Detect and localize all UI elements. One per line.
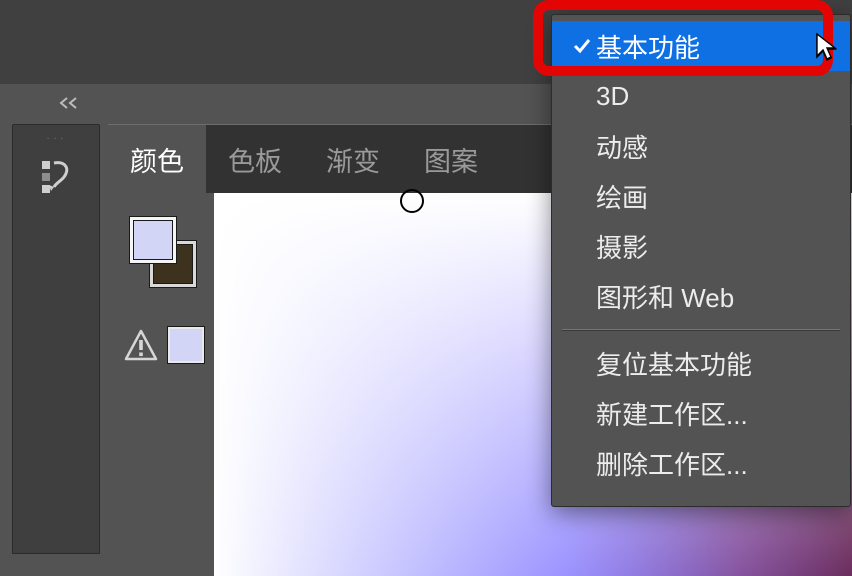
menu-item-delete-workspace[interactable]: 删除工作区... xyxy=(552,438,850,488)
collapsed-panel-label: ... xyxy=(13,133,99,142)
gamut-warning-row xyxy=(124,327,204,363)
tab-gradient-label: 渐变 xyxy=(326,140,380,179)
menu-separator xyxy=(562,329,840,330)
workspace-switcher-menu: 基本功能 3D 动感 绘画 摄影 图形和 Web 复位基本功能 新建工作区...… xyxy=(551,14,851,507)
menu-item-new-workspace[interactable]: 新建工作区... xyxy=(552,388,850,438)
menu-item-label: 绘画 xyxy=(596,178,832,215)
collapse-panel-chevrons-icon[interactable] xyxy=(58,96,86,110)
menu-item-label: 3D xyxy=(596,81,832,112)
foreground-swatch[interactable] xyxy=(130,217,176,263)
menu-item-label: 复位基本功能 xyxy=(596,345,832,382)
menu-item-graphic-web[interactable]: 图形和 Web xyxy=(552,271,850,321)
tab-swatches[interactable]: 色板 xyxy=(206,125,304,193)
menu-item-label: 基本功能 xyxy=(596,28,832,65)
menu-item-label: 摄影 xyxy=(596,228,832,265)
fg-bg-swatches[interactable] xyxy=(130,217,198,285)
tab-color-label: 颜色 xyxy=(130,140,184,179)
menu-item-motion[interactable]: 动感 xyxy=(552,121,850,171)
menu-item-label: 动感 xyxy=(596,128,832,165)
color-picker-indicator-icon[interactable] xyxy=(400,189,424,213)
menu-item-reset-workspace[interactable]: 复位基本功能 xyxy=(552,338,850,388)
panel-tool-icon[interactable] xyxy=(13,155,99,195)
checkmark-icon xyxy=(568,36,596,56)
collapsed-side-panel: ... xyxy=(12,124,100,554)
menu-item-label: 删除工作区... xyxy=(596,445,832,482)
menu-item-photography[interactable]: 摄影 xyxy=(552,221,850,271)
menu-item-painting[interactable]: 绘画 xyxy=(552,171,850,221)
menu-item-3d[interactable]: 3D xyxy=(552,71,850,121)
menu-item-essentials[interactable]: 基本功能 xyxy=(552,21,850,71)
tab-swatches-label: 色板 xyxy=(228,140,282,179)
menu-item-label: 新建工作区... xyxy=(596,395,832,432)
menu-item-label: 图形和 Web xyxy=(596,278,832,315)
nearest-color-swatch[interactable] xyxy=(168,327,204,363)
tab-pattern-label: 图案 xyxy=(424,140,478,179)
tab-pattern[interactable]: 图案 xyxy=(402,125,500,193)
tab-color[interactable]: 颜色 xyxy=(108,125,206,193)
tab-gradient[interactable]: 渐变 xyxy=(304,125,402,193)
warning-icon[interactable] xyxy=(124,329,158,361)
